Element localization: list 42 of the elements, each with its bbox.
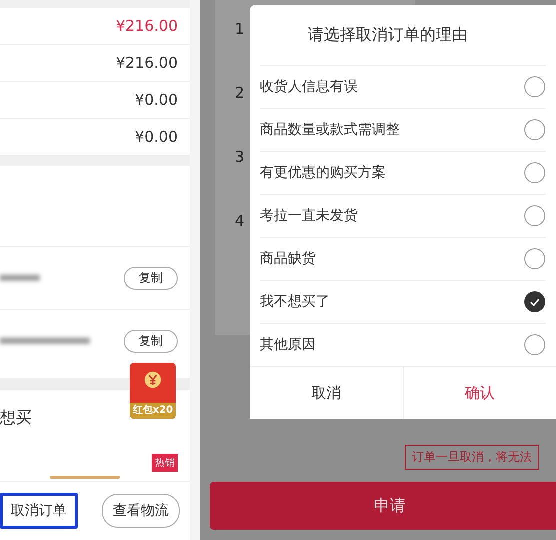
copy-button[interactable]: 复制: [124, 330, 178, 352]
action-button[interactable]: 取消订单: [0, 493, 78, 529]
hot-sale-badge: 热销: [152, 454, 178, 472]
price-value: ¥0.00: [135, 91, 178, 109]
product-image-edge: [50, 476, 120, 479]
radio-icon[interactable]: [524, 119, 546, 141]
step-number: 2: [235, 84, 245, 102]
reason-option[interactable]: 考拉一直未发货: [260, 194, 546, 237]
price-value: ¥216.00: [116, 17, 178, 35]
reason-option[interactable]: 商品缺货: [260, 237, 546, 280]
reason-option[interactable]: 我不想买了: [260, 280, 546, 323]
action-button[interactable]: 查看物流: [102, 494, 180, 528]
apply-button[interactable]: 申请: [210, 482, 556, 530]
reason-option[interactable]: 有更优惠的购买方案: [260, 151, 546, 194]
radio-checked-icon[interactable]: [524, 291, 546, 313]
yuan-coin-icon: [144, 371, 162, 389]
radio-icon[interactable]: [524, 162, 546, 184]
price-value: ¥216.00: [116, 54, 178, 72]
gift-packet-label: 红包x20: [130, 403, 176, 419]
reason-label: 其他原因: [260, 336, 316, 354]
price-value: ¥0.00: [135, 128, 178, 146]
product-title: 想买: [0, 408, 32, 429]
reason-label: 商品数量或款式需调整: [260, 121, 400, 139]
radio-icon[interactable]: [524, 205, 546, 227]
reason-label: 收货人信息有误: [260, 78, 358, 96]
radio-icon[interactable]: [524, 76, 546, 98]
reason-label: 我不想买了: [260, 293, 330, 311]
warning-notice: 订单一旦取消，将无法: [405, 445, 539, 470]
reason-option[interactable]: 其他原因: [260, 323, 546, 366]
step-number: 1: [235, 20, 245, 38]
reason-option[interactable]: 收货人信息有误: [260, 65, 546, 108]
reason-option[interactable]: 商品数量或款式需调整: [260, 108, 546, 151]
dialog-title: 请选择取消订单的理由: [307, 24, 469, 46]
reason-label: 商品缺货: [260, 250, 316, 268]
step-number: 4: [235, 212, 245, 230]
reason-label: 考拉一直未发货: [260, 207, 358, 225]
redacted-text: [0, 275, 40, 281]
reason-label: 有更优惠的购买方案: [260, 164, 386, 182]
step-number: 3: [235, 148, 245, 166]
radio-icon[interactable]: [524, 334, 546, 356]
copy-button[interactable]: 复制: [124, 266, 178, 290]
radio-icon[interactable]: [524, 248, 546, 270]
